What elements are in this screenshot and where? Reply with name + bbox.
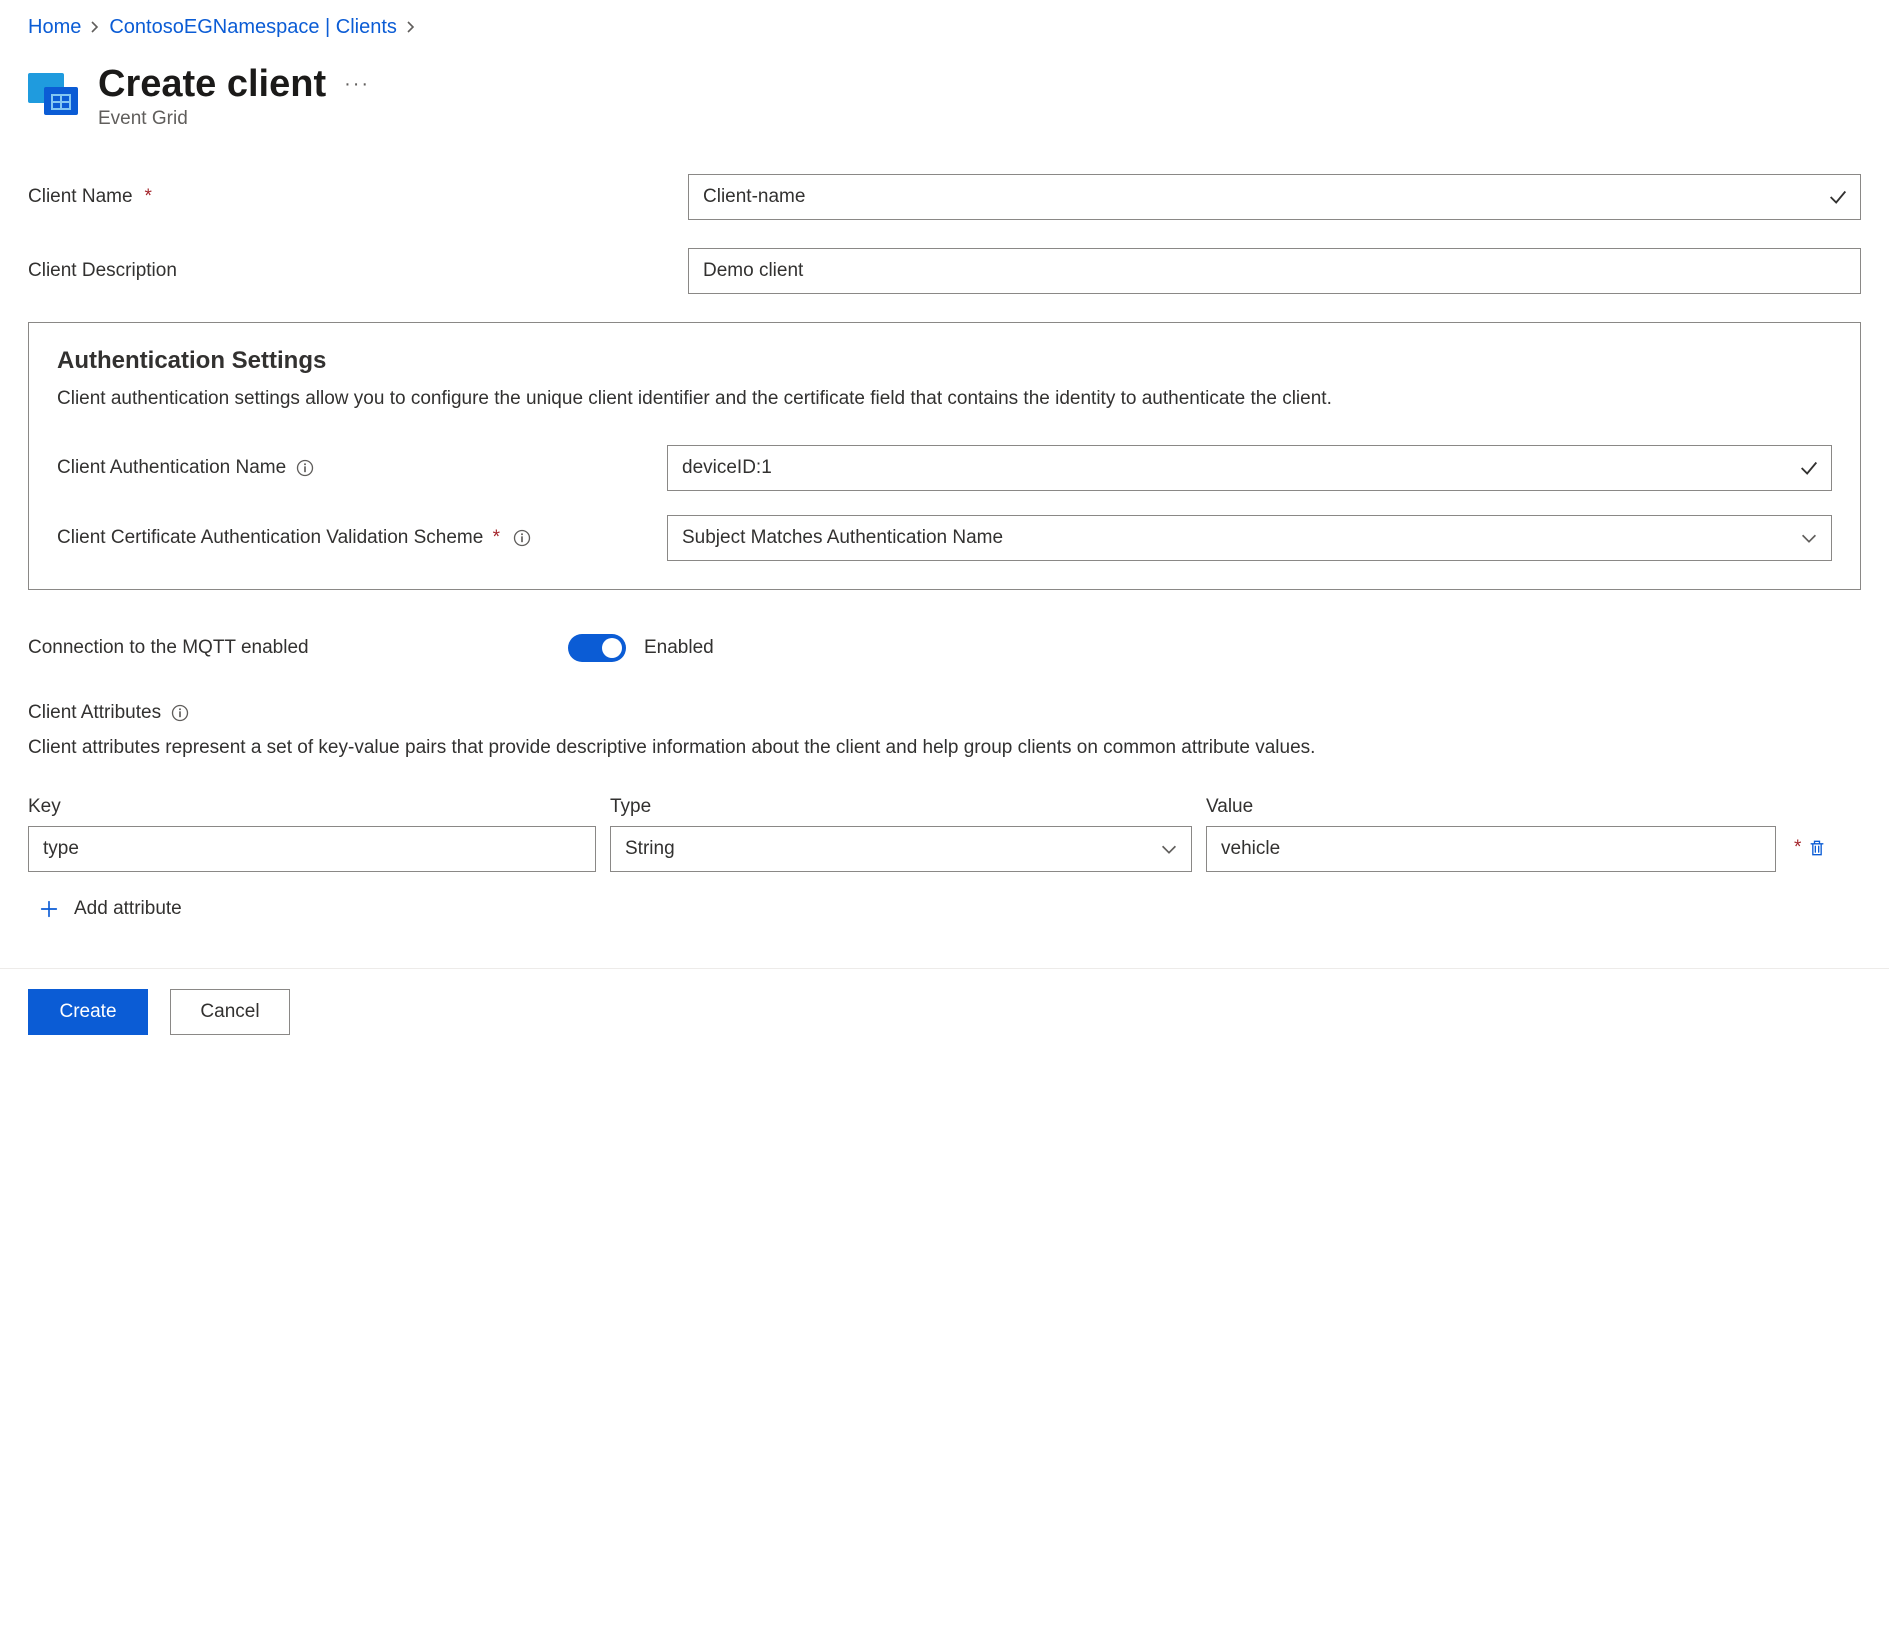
page-subtitle: Event Grid bbox=[98, 108, 370, 130]
attr-key-input[interactable] bbox=[28, 826, 596, 872]
mqtt-enabled-toggle[interactable] bbox=[568, 634, 626, 662]
mqtt-enabled-status: Enabled bbox=[644, 637, 714, 659]
page-title: Create client bbox=[98, 63, 326, 106]
client-attributes-heading: Client Attributes bbox=[28, 702, 161, 724]
attr-value-input[interactable] bbox=[1206, 826, 1776, 872]
more-actions-button[interactable]: ··· bbox=[344, 73, 370, 96]
client-attributes-description: Client attributes represent a set of key… bbox=[28, 734, 1861, 763]
info-icon[interactable] bbox=[511, 527, 533, 549]
client-name-label: Client Name* bbox=[28, 186, 688, 208]
auth-settings-heading: Authentication Settings bbox=[57, 347, 1832, 375]
breadcrumb: Home ContosoEGNamespace | Clients bbox=[28, 16, 1861, 39]
required-indicator: * bbox=[1794, 837, 1801, 859]
delete-attribute-button[interactable] bbox=[1807, 837, 1829, 861]
client-description-input[interactable] bbox=[688, 248, 1861, 294]
attr-type-select[interactable]: String bbox=[610, 826, 1192, 872]
footer-actions: Create Cancel bbox=[0, 968, 1889, 1055]
add-attribute-button[interactable]: Add attribute bbox=[28, 890, 182, 928]
breadcrumb-home[interactable]: Home bbox=[28, 16, 81, 39]
client-auth-name-input[interactable] bbox=[667, 445, 1832, 491]
page-header: Create client ··· Event Grid bbox=[28, 63, 1861, 130]
breadcrumb-namespace-clients[interactable]: ContosoEGNamespace | Clients bbox=[109, 16, 397, 39]
attribute-row: String * bbox=[28, 826, 1861, 872]
authentication-settings-panel: Authentication Settings Client authentic… bbox=[28, 322, 1861, 590]
attr-col-type-header: Type bbox=[610, 796, 1192, 818]
plus-icon bbox=[38, 898, 60, 920]
client-description-label: Client Description bbox=[28, 260, 688, 282]
create-button[interactable]: Create bbox=[28, 989, 148, 1035]
cert-validation-scheme-select[interactable]: Subject Matches Authentication Name bbox=[667, 515, 1832, 561]
chevron-right-icon bbox=[89, 16, 101, 39]
info-icon[interactable] bbox=[294, 457, 316, 479]
attr-col-key-header: Key bbox=[28, 796, 596, 818]
cert-validation-scheme-label: Client Certificate Authentication Valida… bbox=[57, 525, 667, 551]
client-auth-name-label: Client Authentication Name bbox=[57, 457, 667, 479]
cancel-button[interactable]: Cancel bbox=[170, 989, 290, 1035]
mqtt-enabled-label: Connection to the MQTT enabled bbox=[28, 637, 568, 659]
attr-col-value-header: Value bbox=[1206, 796, 1776, 818]
chevron-right-icon bbox=[405, 16, 417, 39]
client-name-input[interactable] bbox=[688, 174, 1861, 220]
auth-settings-description: Client authentication settings allow you… bbox=[57, 385, 1832, 413]
info-icon[interactable] bbox=[169, 702, 191, 724]
event-grid-icon bbox=[28, 69, 80, 117]
